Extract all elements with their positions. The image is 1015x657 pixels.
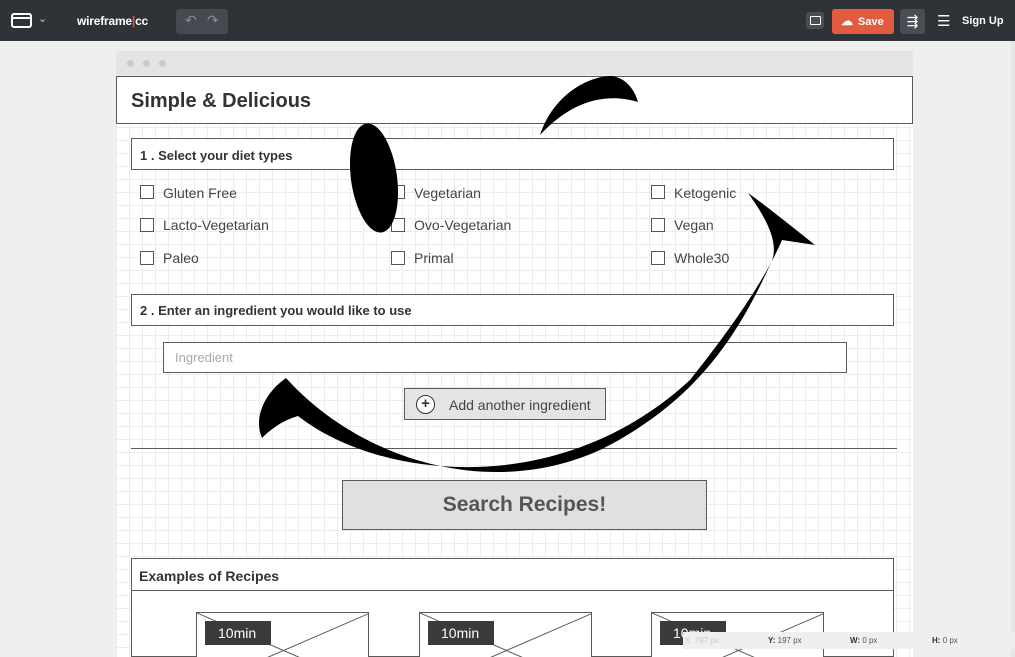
doodle-arc-stroke (259, 193, 815, 472)
doodle-brow-stroke (540, 76, 638, 135)
w-readout: W: 0 px (850, 636, 878, 645)
x-readout: X: 797 px (685, 636, 719, 645)
scrollbar[interactable] (1011, 41, 1015, 657)
coordinates-status: X: 797 px Y: 197 px W: 0 px H: 0 px (683, 632, 1015, 649)
y-readout: Y: 197 px (768, 636, 802, 645)
doodle-overlay (259, 76, 815, 472)
h-readout: H: 0 px (932, 636, 958, 645)
doodle-eye-blob (349, 123, 399, 233)
